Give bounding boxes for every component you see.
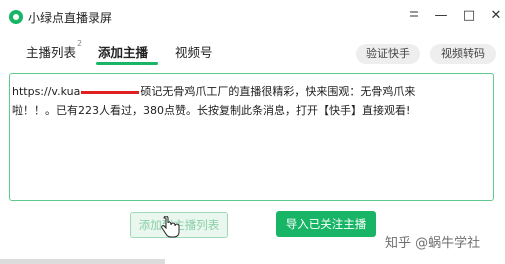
- app-logo-icon: [9, 10, 23, 24]
- line1-text: 硕记无骨鸡爪工厂的直播很精彩，快来围观：无骨鸡爪来: [140, 85, 416, 98]
- app-title: 小绿点直播录屏: [28, 11, 113, 25]
- redaction-mark: [81, 90, 140, 94]
- active-tab-indicator: [96, 62, 158, 65]
- tab-streamer-list[interactable]: 主播列表2: [26, 39, 83, 61]
- share-link-text: https://v.kua 硕记无骨鸡爪工厂的直播很精彩，快来围观：无骨鸡爪来 啦…: [12, 82, 482, 120]
- tab-label: 主播列表: [26, 45, 77, 60]
- horizontal-scrollbar[interactable]: [0, 259, 165, 264]
- url-prefix: https://v.kua: [12, 85, 81, 98]
- video-transcode-button[interactable]: 视频转码: [430, 44, 496, 64]
- verify-kuaishou-button[interactable]: 验证快手: [356, 44, 420, 64]
- tab-badge: 2: [77, 39, 83, 48]
- text-line-1: https://v.kua 硕记无骨鸡爪工厂的直播很精彩，快来围观：无骨鸡爪来: [12, 82, 482, 101]
- tab-video-account[interactable]: 视频号: [175, 42, 213, 61]
- window-menu-icon[interactable]: [402, 6, 426, 26]
- title-bar: 小绿点直播录屏 — □ ✕: [0, 0, 505, 34]
- hand-cursor-icon: [161, 216, 180, 238]
- watermark-text: 知乎 @蜗牛学社: [385, 236, 481, 251]
- maximize-button[interactable]: □: [457, 6, 481, 26]
- close-button[interactable]: ✕: [484, 6, 505, 26]
- text-line-2: 啦！！。已有223人看过，380点赞。长按复制此条消息，打开【快手】直接观看!: [12, 104, 411, 117]
- minimize-button[interactable]: —: [429, 6, 453, 26]
- tab-add-streamer[interactable]: 添加主播: [98, 42, 148, 61]
- import-followed-streamers-button[interactable]: 导入已关注主播: [276, 211, 376, 237]
